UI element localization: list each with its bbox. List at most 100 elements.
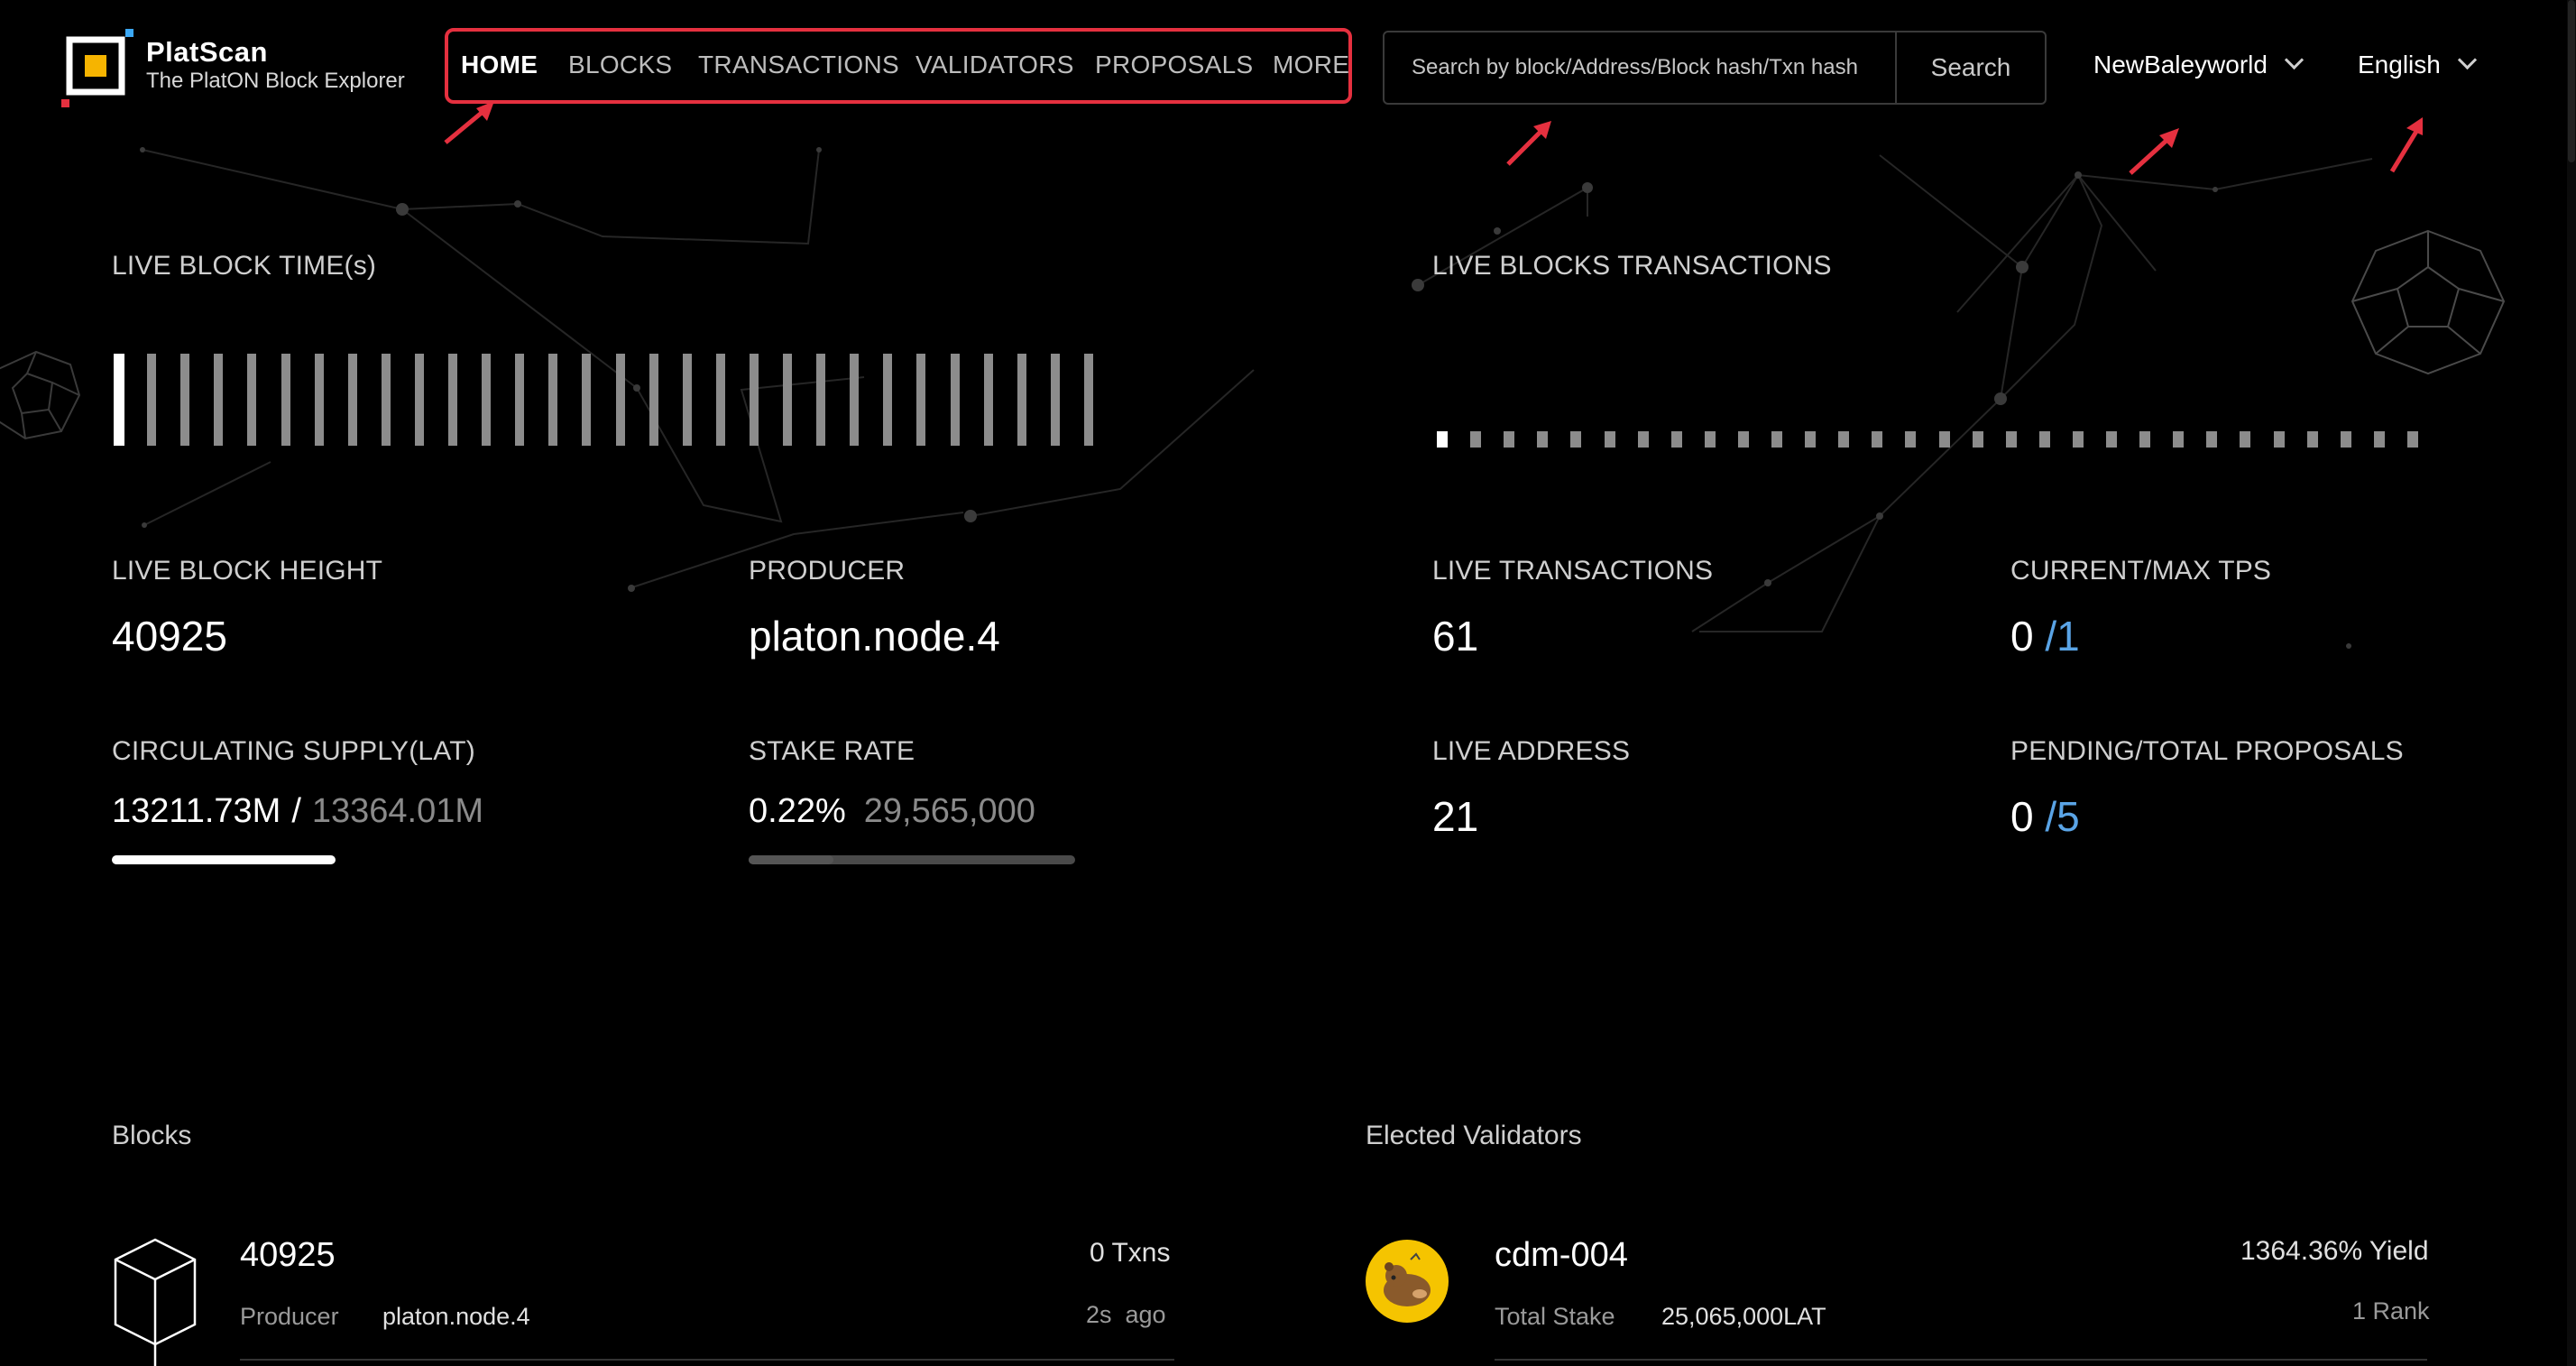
block-time-bar <box>515 354 525 446</box>
block-tx-bar <box>2306 431 2318 448</box>
annotation-arrow-network <box>2129 128 2179 175</box>
block-producer-link[interactable]: platon.node.4 <box>382 1303 530 1331</box>
annotation-arrow-search <box>1506 121 1551 166</box>
nav-home[interactable]: HOME <box>461 51 538 79</box>
stake-rate-value: 0.22% 29,565,000 <box>749 792 1035 831</box>
nav-validators[interactable]: VALIDATORS <box>915 51 1074 79</box>
block-time-bar <box>314 354 324 446</box>
block-tx-bar <box>2038 431 2050 448</box>
chevron-down-icon <box>2284 50 2305 70</box>
validator-total-stake: 25,065,000LAT <box>1661 1303 1826 1330</box>
chevron-down-icon <box>2457 50 2477 70</box>
circulating-supply-value: 13211.73M / 13364.01M <box>112 792 483 831</box>
block-tx-bar <box>2340 431 2351 448</box>
block-age: 2s ago <box>1086 1301 1166 1328</box>
pending-total-proposals-value: 0 /5 <box>2010 792 2080 841</box>
top-header: PlatScan The PlatON Block Explorer HOME … <box>0 0 2567 135</box>
blocks-section-title: Blocks <box>112 1121 192 1150</box>
block-time-bar <box>715 354 725 446</box>
block-time-bar <box>615 354 625 446</box>
block-time-bar <box>381 354 391 446</box>
block-tx-bar <box>1537 431 1549 448</box>
language-selector-label: English <box>2358 51 2441 78</box>
annotation-arrow-language <box>2389 117 2423 173</box>
network-selector[interactable]: NewBaleyworld <box>2093 50 2305 79</box>
block-time-bar <box>850 354 860 446</box>
circulating-supply-title: CIRCULATING SUPPLY(LAT) <box>112 736 475 766</box>
block-time-bar <box>1050 354 1060 446</box>
block-time-bar <box>548 354 558 446</box>
validator-rank: 1 Rank <box>2352 1297 2430 1324</box>
block-tx-bar <box>2273 431 2285 448</box>
block-tx-bar <box>2139 431 2151 448</box>
circulating-supply-amount: 13211.73M <box>112 792 281 830</box>
block-tx-bar <box>2072 431 2084 448</box>
network-selector-label: NewBaleyworld <box>2093 51 2268 78</box>
producer-title: PRODUCER <box>749 556 906 586</box>
block-time-bar <box>649 354 658 446</box>
block-time-bar <box>916 354 926 446</box>
block-time-bar <box>414 354 424 446</box>
block-time-bar <box>347 354 357 446</box>
block-time-bar <box>682 354 692 446</box>
live-blocks-transactions-chart <box>1437 431 2429 449</box>
live-blocks-transactions-title: LIVE BLOCKS TRANSACTIONS <box>1432 251 1832 281</box>
block-tx-bar <box>2005 431 2017 448</box>
stake-rate-percent: 0.22% <box>749 792 846 830</box>
current-max-tps-value: 0 /1 <box>2010 612 2080 660</box>
nav-blocks[interactable]: BLOCKS <box>568 51 672 79</box>
nav-transactions[interactable]: TRANSACTIONS <box>698 51 899 79</box>
block-row-divider <box>240 1359 1174 1361</box>
block-height-link[interactable]: 40925 <box>240 1236 336 1275</box>
live-block-height-title: LIVE BLOCK HEIGHT <box>112 556 383 586</box>
block-tx-bar <box>2373 431 2385 448</box>
block-time-bar <box>214 354 224 446</box>
search-box: Search <box>1383 31 2047 105</box>
block-tx-bar <box>1737 431 1749 448</box>
block-tx-bar <box>1570 431 1582 448</box>
brand-name: PlatScan <box>146 36 268 68</box>
live-transactions-title: LIVE TRANSACTIONS <box>1432 556 1714 586</box>
max-tps: /1 <box>2045 613 2080 660</box>
page-scrollbar[interactable] <box>2567 0 2576 1366</box>
nav-more[interactable]: MORE <box>1273 51 1349 79</box>
block-time-bar <box>114 354 124 446</box>
block-tx-bar <box>1437 431 1448 448</box>
stake-rate-progress <box>749 855 1075 864</box>
annotation-arrow-nav <box>444 101 494 144</box>
block-tx-bar <box>1972 431 1983 448</box>
validator-yield: 1364.36% Yield <box>2240 1236 2429 1266</box>
scrollbar-thumb[interactable] <box>2568 0 2575 162</box>
block-time-bar <box>482 354 492 446</box>
block-time-bar <box>281 354 290 446</box>
validator-name-link[interactable]: cdm-004 <box>1495 1236 1628 1275</box>
search-input[interactable] <box>1386 34 1888 101</box>
block-tx-bar <box>1470 431 1482 448</box>
live-address-title: LIVE ADDRESS <box>1432 736 1631 766</box>
block-tx-bar <box>1938 431 1950 448</box>
block-time-bar <box>883 354 893 446</box>
block-time-bar <box>1083 354 1093 446</box>
block-tx-bar <box>1670 431 1682 448</box>
search-button[interactable]: Search <box>1897 32 2045 103</box>
block-time-bar <box>783 354 792 446</box>
brand-tagline: The PlatON Block Explorer <box>146 69 405 93</box>
background-network-decoration <box>0 147 2506 649</box>
producer-value[interactable]: platon.node.4 <box>749 612 1000 660</box>
total-proposals: /5 <box>2045 793 2080 840</box>
live-transactions-value: 61 <box>1432 613 1479 660</box>
language-selector[interactable]: English <box>2358 50 2477 79</box>
block-tx-bar <box>2406 431 2418 448</box>
pending-proposals: 0 <box>2010 793 2034 840</box>
stake-rate-title: STAKE RATE <box>749 736 915 766</box>
current-tps: 0 <box>2010 613 2034 660</box>
block-tx-bar <box>1771 431 1782 448</box>
block-tx-bar <box>1905 431 1917 448</box>
block-time-bar <box>950 354 960 446</box>
nav-proposals[interactable]: PROPOSALS <box>1095 51 1253 79</box>
block-time-bar <box>247 354 257 446</box>
live-block-time-title: LIVE BLOCK TIME(s) <box>112 251 377 281</box>
block-time-bar <box>816 354 826 446</box>
circulating-supply-progress-fill <box>112 855 336 864</box>
supply-separator: / <box>291 792 301 830</box>
